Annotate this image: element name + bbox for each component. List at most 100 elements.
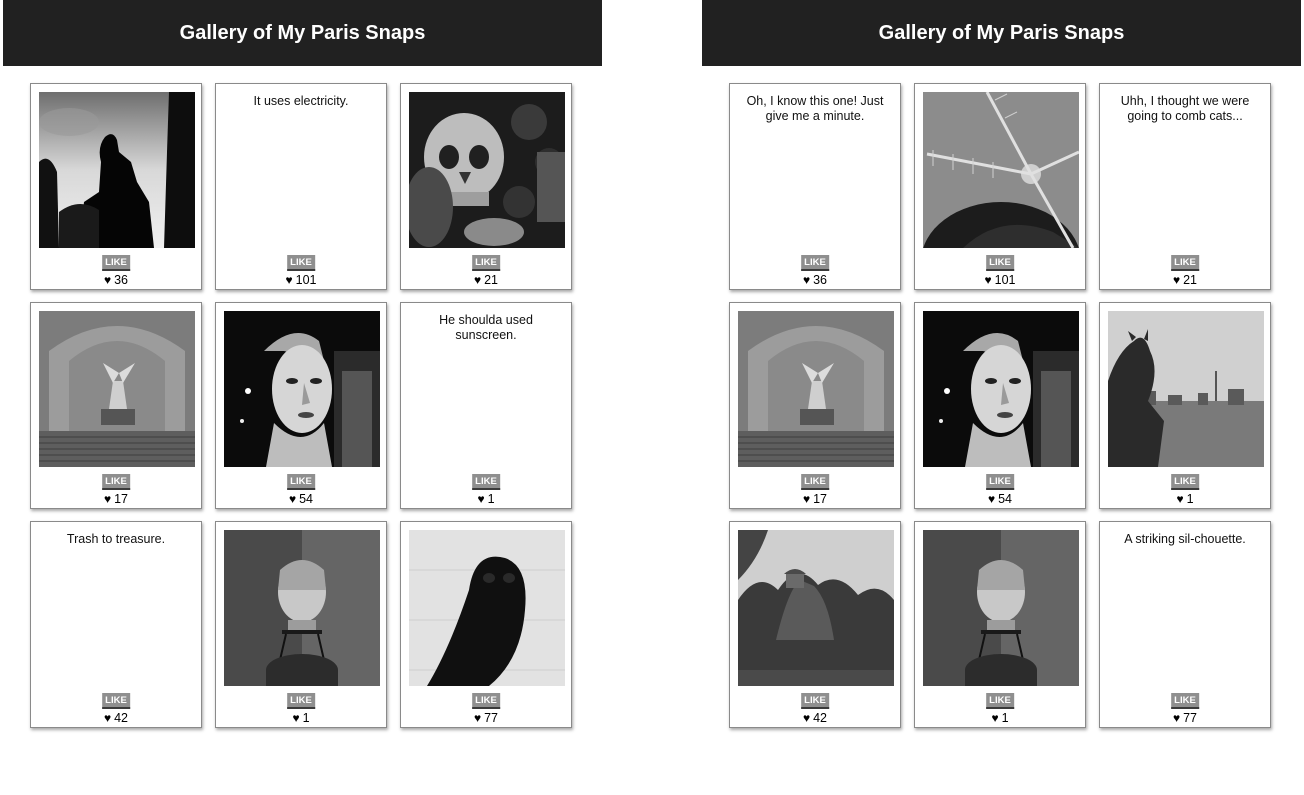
heart-icon: ♥ [288,492,297,506]
card-caption: A striking sil-chouette. [1124,532,1246,546]
gallery-card: LIKE ♥ 1 [914,521,1086,728]
heart-icon: ♥ [987,492,996,506]
like-count: ♥ 1 [401,492,571,506]
like-button[interactable]: LIKE [102,693,130,709]
heart-icon: ♥ [802,711,811,725]
like-count-value: 17 [813,492,828,506]
heart-icon: ♥ [292,711,300,725]
like-count-value: 1 [487,492,495,506]
like-count: ♥ 17 [31,492,201,506]
like-button[interactable]: LIKE [1171,474,1199,490]
like-count: ♥ 42 [31,711,201,725]
like-count-value: 21 [1183,273,1198,287]
like-count: ♥ 101 [216,273,386,287]
heart-icon: ♥ [802,273,811,287]
like-button[interactable]: LIKE [287,255,315,271]
heart-icon: ♥ [285,273,293,287]
like-button[interactable]: LIKE [102,474,130,490]
heart-icon: ♥ [1172,273,1181,287]
like-button[interactable]: LIKE [801,474,829,490]
like-button[interactable]: LIKE [472,255,500,271]
like-count-value: 1 [1186,492,1194,506]
card-caption: Trash to treasure. [66,532,166,546]
like-button[interactable]: LIKE [287,474,315,490]
like-button[interactable]: LIKE [1171,693,1199,709]
like-button[interactable]: LIKE [287,693,315,709]
like-count-value: 101 [295,273,317,287]
moulin-rouge-windmill-photo [923,92,1079,248]
like-count: ♥ 21 [1100,273,1270,287]
like-count-value: 36 [114,273,129,287]
heart-icon: ♥ [1176,492,1184,506]
card-caption: Oh, I know this one! Just give me a minu… [746,94,884,123]
like-button[interactable]: LIKE [986,474,1014,490]
thinker-silhouette-photo [39,92,195,248]
mannequin-head-photo [224,311,380,467]
heart-icon: ♥ [103,711,112,725]
like-button[interactable]: LIKE [1171,255,1199,271]
heart-icon: ♥ [984,273,992,287]
like-count-value: 77 [1183,711,1198,725]
gallery-panel-left: Gallery of My Paris Snaps LIKE ♥ 36 It uses… [3,0,602,795]
like-count: ♥ 17 [730,492,900,506]
heart-icon: ♥ [103,492,112,506]
heart-icon: ♥ [473,711,482,725]
gallery-title: Gallery of My Paris Snaps [878,21,1125,44]
like-count-value: 101 [994,273,1016,287]
like-count-value: 17 [114,492,129,506]
like-count-value: 42 [813,711,828,725]
gallery-card: LIKE ♥ 17 [30,302,202,509]
gallery-card: LIKE ♥ 36 [30,83,202,290]
like-button[interactable]: LIKE [472,474,500,490]
gallery-card: Trash to treasure. LIKE ♥ 42 [30,521,202,728]
card-caption: It uses electricity. [253,94,349,108]
like-count: ♥ 54 [915,492,1085,506]
gargoyle-over-paris-photo [1108,311,1264,467]
like-button[interactable]: LIKE [801,693,829,709]
winged-victory-photo [39,311,195,467]
bust-on-stand-photo [224,530,380,686]
like-count-value: 21 [484,273,499,287]
gallery-card: Uhh, I thought we were going to comb cat… [1099,83,1271,290]
like-button[interactable]: LIKE [986,255,1014,271]
card-caption: Uhh, I thought we were going to comb cat… [1120,94,1250,123]
heart-icon: ♥ [1172,711,1181,725]
like-count-value: 54 [998,492,1013,506]
gallery-card: Oh, I know this one! Just give me a minu… [729,83,901,290]
like-count-value: 54 [299,492,314,506]
like-count: ♥ 36 [730,273,900,287]
like-count: ♥ 21 [401,273,571,287]
like-button[interactable]: LIKE [102,255,130,271]
buttes-chaumont-temple-photo [738,530,894,686]
gallery-card: LIKE ♥ 21 [400,83,572,290]
like-count-value: 1 [1001,711,1009,725]
like-count-value: 1 [302,711,310,725]
heart-icon: ♥ [473,273,482,287]
like-count: ♥ 54 [216,492,386,506]
gallery-card: He shoulda used sunscreen. LIKE ♥ 1 [400,302,572,509]
like-count: ♥ 42 [730,711,900,725]
like-count: ♥ 101 [915,273,1085,287]
gallery-card: LIKE ♥ 42 [729,521,901,728]
like-count: ♥ 1 [216,711,386,725]
like-count-value: 36 [813,273,828,287]
like-count: ♥ 77 [1100,711,1270,725]
gallery-card: LIKE ♥ 54 [914,302,1086,509]
gallery-card: LIKE ♥ 101 [914,83,1086,290]
gallery-title: Gallery of My Paris Snaps [179,21,426,44]
like-button[interactable]: LIKE [472,693,500,709]
like-count: ♥ 1 [1100,492,1270,506]
bust-on-stand-photo [923,530,1079,686]
like-button[interactable]: LIKE [801,255,829,271]
like-button[interactable]: LIKE [986,693,1014,709]
gallery-header: Gallery of My Paris Snaps [702,0,1301,66]
skull-catacombs-photo [409,92,565,248]
heart-icon: ♥ [802,492,811,506]
gallery-card: LIKE ♥ 77 [400,521,572,728]
winged-victory-photo [738,311,894,467]
gallery-card: LIKE ♥ 54 [215,302,387,509]
gallery-card: LIKE ♥ 17 [729,302,901,509]
mannequin-head-photo [923,311,1079,467]
gallery-card: It uses electricity. LIKE ♥ 101 [215,83,387,290]
like-count: ♥ 1 [915,711,1085,725]
